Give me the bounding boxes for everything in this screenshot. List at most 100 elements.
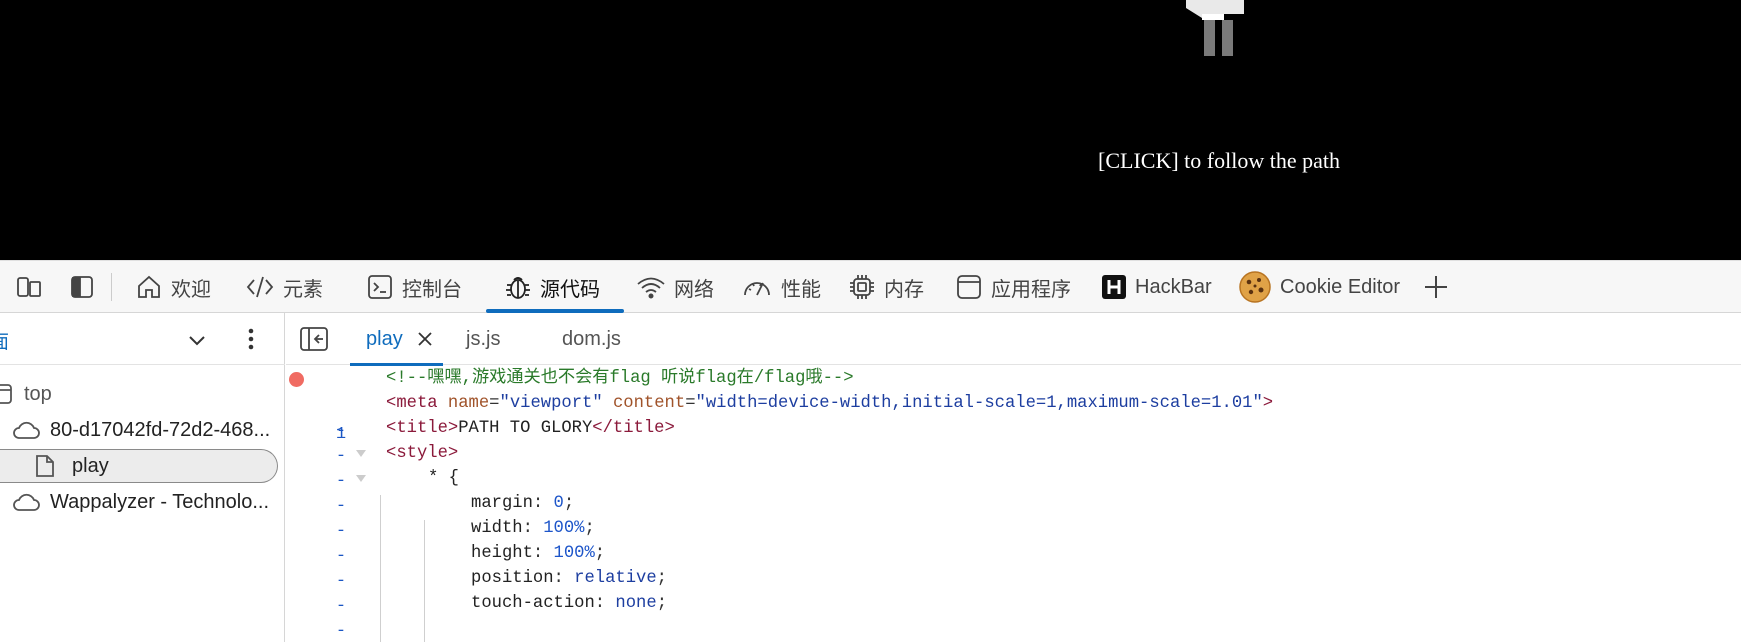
file-tab-dom[interactable]: dom.js bbox=[562, 313, 621, 365]
code-brackets-icon bbox=[246, 276, 274, 298]
tree-item-extension[interactable]: Wappalyzer - Technolo... bbox=[0, 485, 280, 519]
add-tool-icon[interactable] bbox=[1420, 271, 1452, 303]
toggle-navigator-icon[interactable] bbox=[300, 327, 328, 351]
console-icon bbox=[368, 275, 392, 299]
bug-icon bbox=[506, 277, 530, 299]
file-tab-js[interactable]: js.js bbox=[466, 313, 500, 365]
code-line: - touch-action: none; bbox=[286, 590, 1741, 641]
tree-item-label: play bbox=[72, 454, 109, 477]
tab-cookie-editor[interactable]: Cookie Editor bbox=[1238, 261, 1400, 313]
line-gutter[interactable]: 1 bbox=[286, 365, 386, 444]
navigator-header: 面 bbox=[0, 313, 285, 365]
code-line: - <title>PATH TO GLORY</title> bbox=[286, 415, 1741, 466]
dock-panel-icon[interactable] bbox=[66, 271, 98, 303]
code-line: 1 <!--嘿嘿,游戏通关也不会有flag 听说flag在/flag哦--> bbox=[286, 365, 1741, 444]
code-line: - <meta name="viewport" content="width=d… bbox=[286, 390, 1741, 441]
code-line: - position: relative; bbox=[286, 565, 1741, 616]
line-number: - bbox=[335, 622, 347, 641]
tab-label: HackBar bbox=[1135, 275, 1212, 298]
tab-performance[interactable]: 性能 bbox=[741, 261, 821, 313]
tab-sources[interactable]: 源代码 bbox=[486, 261, 624, 313]
tab-label: 性能 bbox=[781, 278, 821, 301]
code-text: <!--嘿嘿,游戏通关也不会有flag 听说flag在/flag哦--> bbox=[386, 369, 854, 388]
chip-icon bbox=[850, 275, 874, 299]
close-icon[interactable] bbox=[417, 331, 433, 347]
source-editor: play js.js dom.js 1 <!--嘿嘿,游戏通关也不会有flag … bbox=[286, 313, 1741, 642]
tab-label: 内存 bbox=[884, 278, 924, 301]
devtools-toolbar: 欢迎 元素 控制台 源代码 网络 性能 内存 应用程序 HackBar Cook… bbox=[0, 260, 1741, 313]
tab-application[interactable]: 应用程序 bbox=[955, 261, 1071, 313]
file-tab-label: play bbox=[366, 327, 403, 350]
tab-hackbar[interactable]: HackBar bbox=[1101, 261, 1212, 313]
toolbar-divider bbox=[111, 273, 112, 301]
code-line: - <style> bbox=[286, 440, 1741, 491]
tab-elements[interactable]: 元素 bbox=[245, 261, 323, 313]
file-tab-label: js.js bbox=[466, 327, 501, 350]
hackbar-icon bbox=[1102, 275, 1126, 299]
tab-label: 网络 bbox=[674, 278, 714, 301]
tab-label: 元素 bbox=[283, 278, 323, 301]
tree-item-label: 80-d17042fd-72d2-468... bbox=[50, 418, 271, 441]
line-gutter[interactable]: - bbox=[286, 540, 386, 591]
cookie-icon bbox=[1239, 271, 1271, 303]
code-line: - width: 100%; bbox=[286, 515, 1741, 566]
code-text: position: relative; bbox=[471, 569, 667, 588]
more-options-icon[interactable] bbox=[240, 325, 262, 353]
sources-navigator: 面 top 80-d17042fd-72d2-468... play Wappa… bbox=[0, 313, 285, 642]
code-text: touch-action: none; bbox=[471, 594, 668, 613]
tab-label: 欢迎 bbox=[171, 278, 211, 301]
fold-toggle-icon[interactable] bbox=[356, 475, 366, 482]
game-canvas[interactable]: [CLICK] to follow the path bbox=[0, 0, 1741, 260]
chevron-down-icon[interactable] bbox=[184, 327, 210, 353]
tab-network[interactable]: 网络 bbox=[636, 261, 714, 313]
line-gutter[interactable]: - bbox=[286, 390, 386, 441]
line-gutter[interactable]: - bbox=[286, 565, 386, 616]
fold-toggle-icon[interactable] bbox=[356, 450, 366, 457]
code-line: - height: 100%; bbox=[286, 540, 1741, 591]
tab-label: Cookie Editor bbox=[1280, 275, 1401, 298]
line-gutter[interactable]: - bbox=[286, 440, 386, 491]
navigator-tab-label[interactable]: 面 bbox=[0, 327, 9, 354]
code-text: <style> bbox=[386, 444, 459, 463]
code-line: - margin: 0; bbox=[286, 490, 1741, 541]
tree-item-domain[interactable]: 80-d17042fd-72d2-468... bbox=[0, 413, 280, 447]
tab-label: 应用程序 bbox=[991, 278, 1071, 301]
code-view[interactable]: 1 <!--嘿嘿,游戏通关也不会有flag 听说flag在/flag哦--> -… bbox=[286, 365, 1741, 642]
tree-item-label: Wappalyzer - Technolo... bbox=[50, 490, 269, 513]
wifi-icon bbox=[637, 277, 665, 299]
line-gutter[interactable]: - bbox=[286, 515, 386, 566]
code-text: <title>PATH TO GLORY</title> bbox=[386, 419, 675, 438]
tab-memory[interactable]: 内存 bbox=[848, 261, 924, 313]
line-gutter[interactable]: - bbox=[286, 465, 386, 516]
code-text: height: 100%; bbox=[471, 544, 606, 563]
device-emulation-icon[interactable] bbox=[13, 271, 45, 303]
tree-item-top[interactable]: top bbox=[0, 377, 280, 411]
tree-item-label: top bbox=[24, 382, 52, 405]
code-text: <meta name="viewport" content="width=dev… bbox=[386, 394, 1274, 413]
line-gutter[interactable]: - bbox=[286, 490, 386, 541]
click-instruction: [CLICK] to follow the path bbox=[1098, 148, 1340, 173]
code-text: margin: 0; bbox=[471, 494, 575, 513]
file-tab-label: dom.js bbox=[562, 327, 621, 350]
cloud-icon bbox=[13, 493, 40, 511]
file-icon bbox=[36, 455, 54, 477]
tab-label: 控制台 bbox=[402, 278, 462, 301]
tab-console[interactable]: 控制台 bbox=[366, 261, 462, 313]
tab-label: 源代码 bbox=[540, 278, 600, 301]
player-sprite bbox=[1186, 0, 1244, 56]
cloud-icon bbox=[13, 421, 40, 439]
gauge-icon bbox=[744, 282, 770, 296]
line-gutter[interactable]: - bbox=[286, 590, 386, 641]
app-window-icon bbox=[957, 275, 981, 299]
code-text: * { bbox=[428, 469, 459, 488]
file-tab-play[interactable]: play bbox=[350, 313, 443, 366]
code-text: width: 100%; bbox=[471, 519, 595, 538]
breakpoint-marker[interactable] bbox=[289, 372, 304, 387]
tab-welcome[interactable]: 欢迎 bbox=[135, 261, 211, 313]
tree-item-play[interactable]: play bbox=[0, 449, 278, 483]
frame-icon bbox=[0, 384, 12, 404]
file-tab-bar: play js.js dom.js bbox=[286, 313, 1741, 366]
line-gutter[interactable]: - bbox=[286, 415, 386, 466]
code-line: - * { bbox=[286, 465, 1741, 516]
home-icon bbox=[138, 275, 160, 298]
